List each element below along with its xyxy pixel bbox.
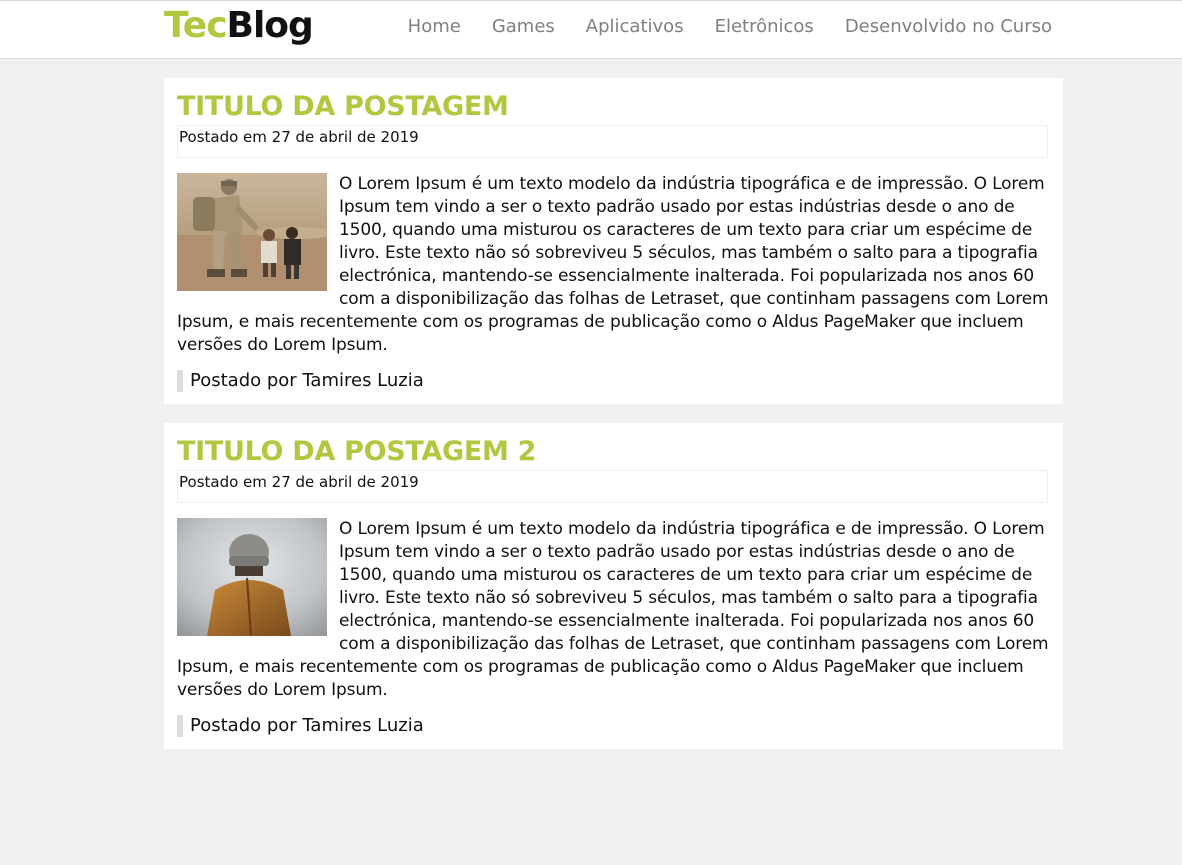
- post-date: Postado em 27 de abril de 2019: [177, 470, 1048, 503]
- logo-part-tec: Tec: [164, 5, 228, 46]
- site-logo[interactable]: TecBlog: [164, 4, 314, 48]
- nav-games[interactable]: Games: [492, 15, 555, 39]
- post-thumbnail-soldier: [177, 173, 327, 291]
- post-body: O Lorem Ipsum é um texto modelo da indús…: [177, 173, 1051, 357]
- nav-eletronicos[interactable]: Eletrônicos: [715, 15, 814, 39]
- post-author: Postado por Tamires Luzia: [177, 370, 424, 392]
- post-thumbnail-person: [177, 518, 327, 636]
- post-card: TITULO DA POSTAGEM 2 Postado em 27 de ab…: [164, 423, 1063, 749]
- post-body: O Lorem Ipsum é um texto modelo da indús…: [177, 518, 1051, 702]
- post-card: TITULO DA POSTAGEM Postado em 27 de abri…: [164, 78, 1063, 404]
- site-header: TecBlog Home Games Aplicativos Eletrônic…: [0, 0, 1182, 59]
- logo-part-blog: Blog: [226, 5, 314, 46]
- post-author: Postado por Tamires Luzia: [177, 715, 424, 737]
- nav-aplicativos[interactable]: Aplicativos: [586, 15, 684, 39]
- main-nav: Home Games Aplicativos Eletrônicos Desen…: [377, 15, 1052, 39]
- nav-home[interactable]: Home: [408, 15, 461, 39]
- post-date: Postado em 27 de abril de 2019: [177, 125, 1048, 158]
- post-title[interactable]: TITULO DA POSTAGEM 2: [177, 435, 536, 469]
- post-title[interactable]: TITULO DA POSTAGEM: [177, 90, 509, 124]
- nav-desenvolvido-no-curso[interactable]: Desenvolvido no Curso: [845, 15, 1052, 39]
